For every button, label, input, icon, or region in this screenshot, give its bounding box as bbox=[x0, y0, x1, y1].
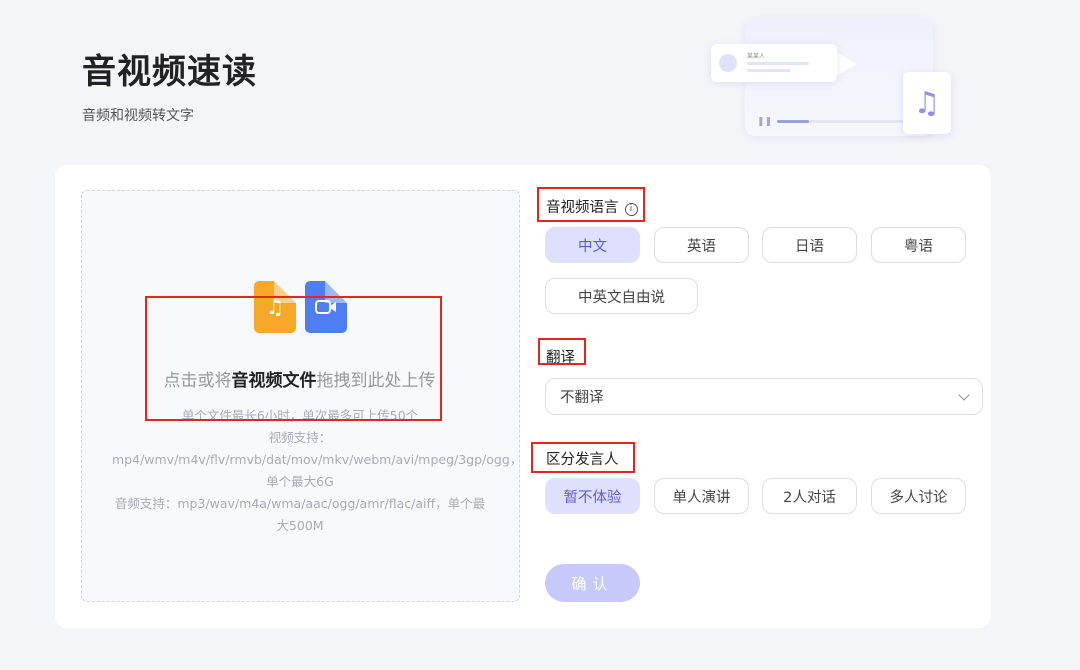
avatar-icon bbox=[719, 54, 737, 72]
upload-hint-suffix: 拖拽到此处上传 bbox=[316, 371, 436, 391]
video-file-icon bbox=[305, 281, 347, 333]
speaker-card-label: 某某人 bbox=[747, 53, 766, 60]
rule-audio-formats: 音频支持：mp3/wav/m4a/wma/aac/ogg/amr/flac/ai… bbox=[114, 496, 486, 533]
translation-select-value: 不翻译 bbox=[560, 390, 604, 406]
speaker-option-none[interactable]: 暂不体验 bbox=[545, 478, 640, 514]
page-subtitle: 音频和视频转文字 bbox=[82, 108, 194, 124]
text-line-graphic bbox=[747, 69, 791, 72]
music-note-icon: ♫ bbox=[903, 72, 951, 134]
speaker-label: 区分发言人 bbox=[546, 452, 619, 468]
language-option-japanese[interactable]: 日语 bbox=[762, 227, 857, 263]
upload-rules: 单个文件最长6小时，单次最多可上传50个 视频支持：mp4/wmv/m4v/fl… bbox=[112, 405, 523, 537]
language-option-mixed[interactable]: 中英文自由说 bbox=[545, 278, 698, 314]
hero-illustration: 某某人 ❚❚ ♫ bbox=[705, 14, 965, 144]
chevron-down-icon bbox=[958, 388, 970, 401]
speaker-card-graphic: 某某人 bbox=[711, 44, 837, 82]
progress-fill bbox=[777, 120, 809, 123]
text-line-graphic bbox=[747, 62, 809, 65]
language-label: 音视频语言 i bbox=[546, 196, 638, 217]
upload-hint-bold: 音视频文件 bbox=[231, 371, 317, 391]
language-label-text: 音视频语言 bbox=[546, 200, 619, 216]
upload-hint-prefix: 点击或将 bbox=[163, 371, 232, 391]
rule-video-formats: 视频支持：mp4/wmv/m4v/flv/rmvb/dat/mov/mkv/we… bbox=[112, 430, 523, 489]
language-option-chinese[interactable]: 中文 bbox=[545, 227, 640, 263]
language-option-cantonese[interactable]: 粤语 bbox=[871, 227, 966, 263]
translation-label: 翻译 bbox=[546, 350, 575, 366]
confirm-button[interactable]: 确认 bbox=[545, 564, 640, 602]
speaker-option-single[interactable]: 单人演讲 bbox=[654, 478, 749, 514]
page-title: 音视频速读 bbox=[82, 52, 257, 92]
language-option-english[interactable]: 英语 bbox=[654, 227, 749, 263]
upload-hint[interactable]: 点击或将音视频文件拖拽到此处上传 bbox=[82, 366, 517, 391]
translation-select[interactable]: 不翻译 bbox=[545, 378, 983, 415]
rule-limit: 单个文件最长6小时，单次最多可上传50个 bbox=[181, 408, 419, 423]
speaker-option-multi[interactable]: 多人讨论 bbox=[871, 478, 966, 514]
info-icon[interactable]: i bbox=[624, 203, 638, 216]
pause-icon: ❚❚ bbox=[757, 117, 773, 127]
audio-file-icon: ♫ bbox=[254, 281, 296, 333]
upload-dropzone[interactable] bbox=[81, 190, 520, 602]
speaker-option-two[interactable]: 2人对话 bbox=[762, 478, 857, 514]
